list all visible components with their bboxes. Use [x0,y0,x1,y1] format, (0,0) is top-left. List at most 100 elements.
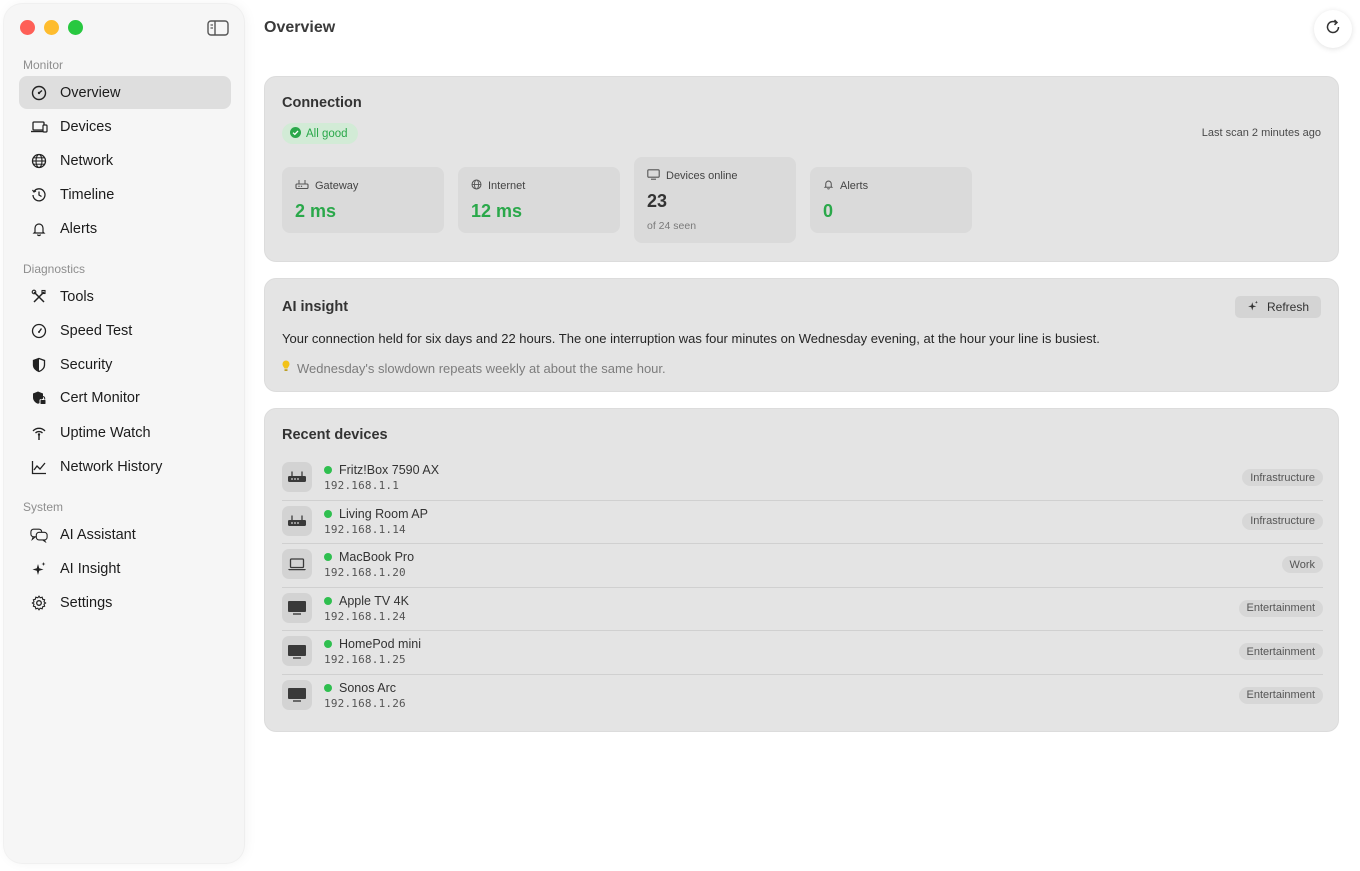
sidebar-item-timeline[interactable]: Timeline [19,178,231,211]
online-status-dot [324,509,332,518]
close-window-button[interactable] [20,20,35,35]
sidebar-item-alerts[interactable]: Alerts [19,212,231,245]
sidebar-item-label: Tools [60,288,94,305]
router-icon [295,179,309,193]
sidebar-item-devices[interactable]: Devices [19,110,231,143]
device-row[interactable]: Fritz!Box 7590 AX 192.168.1.1 Infrastruc… [282,457,1323,501]
device-ip: 192.168.1.20 [324,566,406,579]
sidebar-item-label: Cert Monitor [60,389,140,406]
sidebar-item-label: Alerts [60,220,98,237]
sidebar-item-network-history[interactable]: Network History [19,450,231,483]
refresh-label: Refresh [1266,300,1310,314]
sidebar: Monitor Overview Devices Network Timelin… [4,4,244,863]
sidebar-item-label: AI Assistant [60,526,136,543]
last-scan-text: Last scan 2 minutes ago [1201,127,1321,139]
section-label-monitor: Monitor [23,58,64,72]
sidebar-item-label: Devices [60,118,112,135]
device-row[interactable]: MacBook Pro 192.168.1.20 Work [282,544,1323,588]
online-status-dot [324,683,332,692]
stat-devices-online: Devices online 23 of 24 seen [634,157,796,243]
sidebar-item-settings[interactable]: Settings [19,586,231,619]
tools-icon [30,288,48,306]
gear-icon [30,594,48,612]
sidebar-item-label: Timeline [60,186,115,203]
device-row[interactable]: HomePod mini 192.168.1.25 Entertainment [282,631,1323,675]
tv-icon [282,592,312,623]
device-tag: Entertainment [1238,643,1323,660]
connection-card: Connection All good Last scan 2 minutes … [264,76,1339,262]
sidebar-item-speed-test[interactable]: Speed Test [19,314,231,347]
insight-refresh-button[interactable]: Refresh [1235,296,1321,318]
device-row[interactable]: Apple TV 4K 192.168.1.24 Entertainment [282,588,1323,631]
sidebar-item-overview[interactable]: Overview [19,76,231,109]
insight-text: Your connection held for six days and 22… [282,331,1100,346]
device-ip: 192.168.1.1 [324,479,400,492]
stat-alerts: Alerts 0 [810,167,972,233]
tv-icon [282,636,312,666]
device-name: Living Room AP [339,506,428,521]
status-text: All good [306,127,348,140]
sidebar-item-label: Security [60,356,113,373]
stat-subtext: of 24 seen [647,220,697,232]
recent-devices-card: Recent devices Fritz!Box 7590 AX 192.168… [264,408,1339,732]
shield-lock-icon [30,389,48,407]
sidebar-item-security[interactable]: Security [19,348,231,381]
chat-bubbles-icon [30,526,48,544]
devices-icon [30,118,48,136]
tv-icon [282,679,312,710]
sidebar-item-ai-assistant[interactable]: AI Assistant [19,518,231,551]
router-icon [282,462,312,492]
insight-title: AI insight [282,299,349,315]
minimize-window-button[interactable] [44,20,59,35]
sidebar-toggle-icon[interactable] [207,20,229,36]
section-label-diagnostics: Diagnostics [23,262,86,276]
sidebar-item-label: Overview [60,84,121,101]
stat-value: 2 ms [295,201,337,221]
sidebar-item-cert-monitor[interactable]: Cert Monitor [19,381,231,414]
lightbulb-icon [282,360,290,376]
zoom-window-button[interactable] [68,20,83,35]
device-row[interactable]: Sonos Arc 192.168.1.26 Entertainment [282,675,1323,719]
globe-icon [471,179,482,193]
device-name: Fritz!Box 7590 AX [339,463,440,477]
device-row[interactable]: Living Room AP 192.168.1.14 Infrastructu… [282,501,1323,544]
refresh-button[interactable] [1314,10,1352,48]
speedometer-icon [30,322,48,340]
stat-gateway: Gateway 2 ms [282,167,444,233]
online-status-dot [324,596,332,605]
shield-icon [30,356,48,374]
device-ip: 192.168.1.26 [324,696,406,710]
insight-tip: Wednesday's slowdown repeats weekly at a… [282,360,666,376]
stat-internet: Internet 12 ms [458,167,620,233]
router-icon [282,505,312,536]
sidebar-item-ai-insight[interactable]: AI Insight [19,552,231,585]
display-icon [647,169,660,183]
sidebar-item-tools[interactable]: Tools [19,280,231,313]
device-tag: Infrastructure [1242,512,1323,530]
sidebar-item-label: Speed Test [60,322,133,339]
device-name: HomePod mini [339,637,421,651]
history-icon [30,186,48,204]
device-ip: 192.168.1.14 [324,522,406,536]
laptop-icon [282,549,312,579]
sparkles-icon [30,560,48,578]
device-tag: Work [1281,556,1323,573]
device-tag: Infrastructure [1242,469,1323,486]
refresh-icon [1324,18,1342,41]
device-name: Sonos Arc [339,680,396,695]
sidebar-item-label: Network [60,152,114,169]
device-ip: 192.168.1.25 [324,653,406,666]
sidebar-item-label: AI Insight [60,560,121,577]
device-name: MacBook Pro [339,550,415,564]
ai-insight-card: AI insight Refresh Your connection held … [264,278,1339,392]
stat-label: Gateway [315,180,359,192]
sparkles-icon [1247,300,1259,315]
section-label-system: System [23,500,64,514]
window-controls [20,20,83,35]
sidebar-item-uptime-watch[interactable]: Uptime Watch [19,416,231,449]
stat-value: 0 [823,201,834,221]
sidebar-item-label: Network History [60,458,163,475]
online-status-dot [324,640,332,648]
stat-value: 12 ms [471,201,523,221]
sidebar-item-network[interactable]: Network [19,144,231,177]
